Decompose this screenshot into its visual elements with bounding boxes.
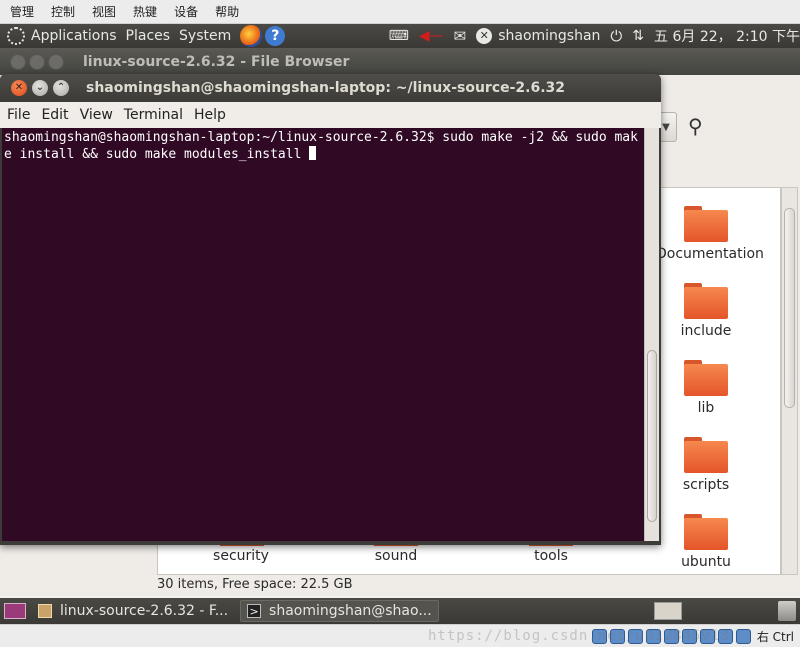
file-browser-status: 30 items, Free space: 22.5 GB — [157, 577, 353, 592]
host-menu-devices[interactable]: 设备 — [174, 3, 198, 20]
terminal-menu-file[interactable]: File — [7, 107, 30, 123]
folder-ubuntu[interactable]: ubuntu — [656, 514, 756, 570]
folder-security[interactable]: security — [191, 548, 291, 564]
user-status-icon[interactable]: ✕ — [476, 28, 493, 44]
host-menu-view[interactable]: 视图 — [92, 3, 116, 20]
system-menu[interactable]: System — [179, 28, 231, 44]
terminal-icon: > — [247, 604, 262, 618]
ubuntu-logo-icon[interactable] — [7, 27, 25, 45]
top-panel: Applications Places System ? ⌨ ◀— ✉ ✕ sh… — [0, 24, 800, 48]
workspace-switcher[interactable] — [654, 602, 682, 620]
terminal-menu-view[interactable]: View — [80, 107, 113, 123]
bottom-panel: linux-source-2.6.32 - F... > shaomingsha… — [0, 598, 800, 624]
keyboard-capture-icon[interactable] — [735, 628, 751, 644]
help-icon[interactable]: ? — [265, 26, 286, 46]
terminal-menu-terminal[interactable]: Terminal — [124, 107, 183, 123]
terminal-title: shaomingshan@shaomingshan-laptop: ~/linu… — [86, 80, 566, 96]
host-key-label: 右 Ctrl — [756, 629, 794, 644]
folder-icon — [684, 206, 728, 242]
trash-icon[interactable] — [778, 601, 796, 621]
folder-scripts[interactable]: scripts — [656, 437, 756, 493]
folder-label: security — [213, 548, 269, 564]
show-desktop-icon[interactable] — [4, 603, 26, 619]
folder-icon — [684, 360, 728, 396]
folder-documentation[interactable]: Documentation — [656, 206, 764, 262]
terminal-minimize-button[interactable]: ⌄ — [32, 80, 48, 96]
terminal-maximize-button[interactable]: ⌃ — [53, 80, 69, 96]
power-icon[interactable]: ⏻ — [610, 27, 622, 45]
terminal-titlebar[interactable]: ✕ ⌄ ⌃ shaomingshan@shaomingshan-laptop: … — [0, 74, 661, 102]
host-menu-hotkeys[interactable]: 热键 — [133, 3, 157, 20]
network-arrows-icon[interactable]: ⇅ — [632, 28, 644, 44]
taskbar-item-label: linux-source-2.6.32 - F... — [60, 603, 229, 619]
terminal-cursor — [309, 146, 317, 160]
scrollbar-thumb[interactable] — [784, 208, 795, 408]
folder-include[interactable]: include — [656, 283, 756, 339]
mail-icon[interactable]: ✉ — [454, 27, 467, 45]
folder-label: Documentation — [656, 246, 764, 262]
taskbar-item-label: shaomingshan@shao... — [269, 603, 432, 619]
folder-sound[interactable]: sound — [346, 548, 446, 564]
file-browser-titlebar[interactable]: linux-source-2.6.32 - File Browser — [0, 48, 800, 75]
taskbar-item-terminal[interactable]: > shaomingshan@shao... — [240, 600, 439, 622]
terminal-close-button[interactable]: ✕ — [11, 80, 27, 96]
terminal-scrollbar[interactable] — [644, 128, 659, 541]
file-browser-close-button[interactable] — [10, 53, 26, 70]
file-browser-maximize-button[interactable] — [48, 53, 64, 70]
folder-icon — [684, 437, 728, 473]
terminal-menu-help[interactable]: Help — [194, 107, 226, 123]
folder-label: sound — [374, 548, 418, 564]
file-browser-title: linux-source-2.6.32 - File Browser — [83, 53, 350, 70]
folder-label: include — [680, 323, 732, 339]
folder-label: lib — [697, 400, 715, 416]
places-menu[interactable]: Places — [126, 28, 171, 44]
clock[interactable]: 五 6月 22， 2:10 下午 — [654, 26, 800, 46]
host-menu-bar: 管理 控制 视图 热键 设备 帮助 — [0, 0, 800, 24]
terminal-prompt: shaomingshan@shaomingshan-laptop:~/linux… — [4, 130, 443, 145]
indicator-area: ⌨ ◀— ✉ ✕ shaomingshan ⏻ ⇅ 五 6月 22， 2:10 … — [389, 24, 800, 48]
search-icon[interactable]: ⚲ — [688, 114, 703, 138]
taskbar-item-file-browser[interactable]: linux-source-2.6.32 - F... — [32, 600, 234, 622]
applications-menu[interactable]: Applications — [31, 28, 117, 44]
username-label[interactable]: shaomingshan — [498, 28, 600, 44]
folder-tools[interactable]: tools — [501, 548, 601, 564]
folder-lib[interactable]: lib — [656, 360, 756, 416]
scrollbar-thumb[interactable] — [647, 350, 657, 522]
red-arrow-icon: ◀— — [418, 28, 444, 44]
host-menu-manage[interactable]: 管理 — [10, 3, 34, 20]
terminal-menu-edit[interactable]: Edit — [41, 107, 68, 123]
terminal-screen[interactable]: shaomingshan@shaomingshan-laptop:~/linux… — [2, 128, 644, 541]
watermark: https://blog.csdn.net/u012845913 — [428, 628, 730, 644]
file-browser-minimize-button[interactable] — [29, 53, 45, 70]
folder-icon — [684, 283, 728, 319]
host-menu-help[interactable]: 帮助 — [215, 3, 239, 20]
file-browser-scrollbar[interactable] — [781, 187, 798, 575]
folder-label: scripts — [682, 477, 730, 493]
folder-icon — [684, 514, 728, 550]
host-menu-control[interactable]: 控制 — [51, 3, 75, 20]
terminal-menubar: File Edit View Terminal Help — [0, 102, 661, 128]
firefox-icon[interactable] — [240, 25, 263, 47]
folder-label: ubuntu — [681, 554, 731, 570]
folder-icon — [38, 604, 52, 618]
folder-label: tools — [534, 548, 568, 564]
terminal-window: ✕ ⌄ ⌃ shaomingshan@shaomingshan-laptop: … — [0, 74, 661, 545]
keyboard-icon[interactable]: ⌨ — [389, 28, 409, 44]
host-status-bar: https://blog.csdn.net/u012845913 右 Ctrl — [0, 624, 800, 647]
